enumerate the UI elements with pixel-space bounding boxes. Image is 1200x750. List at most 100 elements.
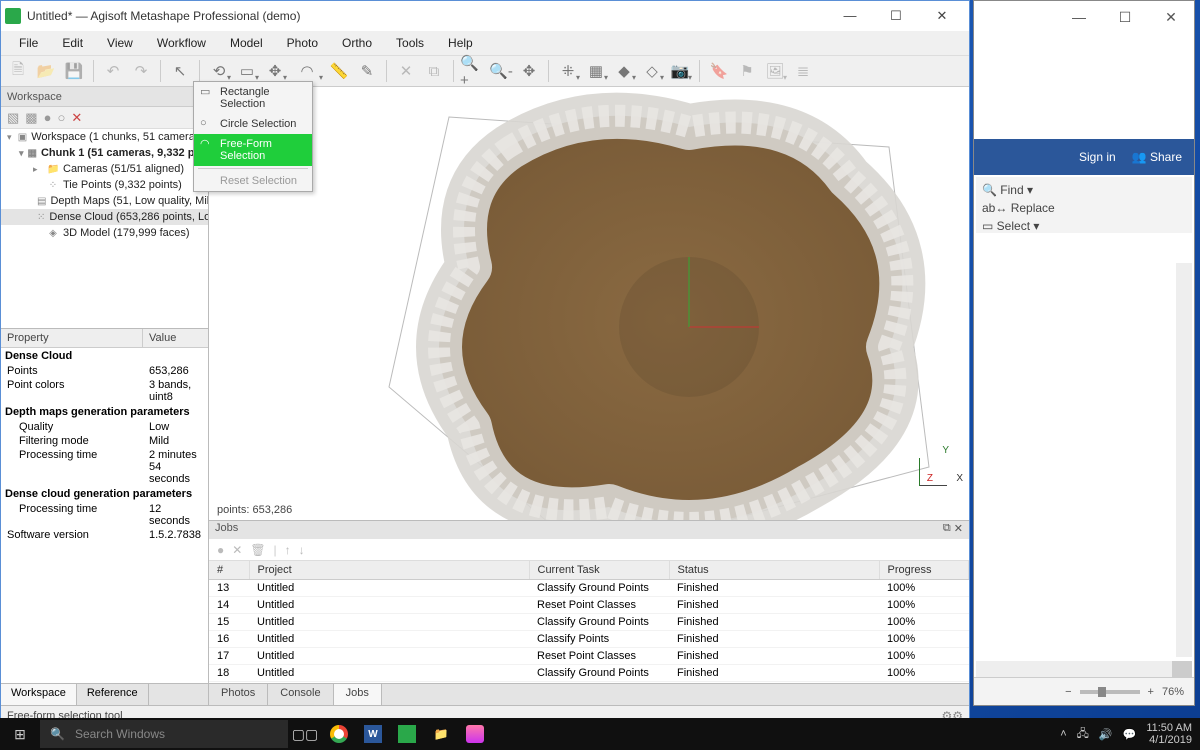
new-project-button[interactable]: 🗎 <box>5 58 31 84</box>
word-replace[interactable]: ab↔ Replace <box>982 199 1186 217</box>
tree-3dmodel[interactable]: ◈3D Model (179,999 faces) <box>1 225 208 241</box>
jobs-delete-icon[interactable]: 🗑 <box>250 543 265 557</box>
crop-button[interactable]: ⧉ <box>421 58 447 84</box>
tree-cameras[interactable]: ▸📁Cameras (51/51 aligned) <box>1 161 208 177</box>
zoom-in-button[interactable]: 🔍+ <box>460 58 486 84</box>
menu-help[interactable]: Help <box>438 33 483 53</box>
show-aligned-button[interactable]: 🔖 <box>706 58 732 84</box>
jobs-row[interactable]: 18UntitledClassify Ground PointsFinished… <box>209 665 969 682</box>
tab-console[interactable]: Console <box>268 684 333 705</box>
tree-tiepoints[interactable]: ⁘Tie Points (9,332 points) <box>1 177 208 193</box>
view-solid-button[interactable]: ◆ <box>611 58 637 84</box>
close-button[interactable]: ✕ <box>919 1 965 31</box>
pointer-tool[interactable]: ↖ <box>167 58 193 84</box>
add-photos-icon[interactable]: ▩ <box>25 110 37 126</box>
circle-selection-item[interactable]: ○Circle Selection <box>194 114 312 134</box>
word-share[interactable]: 👥 Share <box>1132 150 1182 164</box>
tray-volume-icon[interactable]: 🔊 <box>1099 728 1113 741</box>
undo-button[interactable]: ↶ <box>100 58 126 84</box>
word-zoom-out[interactable]: − <box>1065 686 1071 698</box>
remove-icon[interactable]: ✕ <box>71 110 82 126</box>
tree-root[interactable]: ▾▣Workspace (1 chunks, 51 cameras) <box>1 129 208 145</box>
jobs-row[interactable]: 17UntitledReset Point ClassesFinished100… <box>209 648 969 665</box>
word-zoom-pct[interactable]: 76% <box>1162 686 1184 698</box>
word-document-area[interactable] <box>974 233 1194 675</box>
tray-chevron-icon[interactable]: ˄ <box>1060 728 1066 740</box>
open-project-button[interactable]: 📂 <box>33 58 59 84</box>
show-markers-button[interactable]: ⚑ <box>734 58 760 84</box>
jobs-down-icon[interactable]: ↓ <box>299 543 305 557</box>
add-chunk-icon[interactable]: ▧ <box>7 110 19 126</box>
show-info-button[interactable]: ≣ <box>790 58 816 84</box>
tree-densecloud[interactable]: ⁙Dense Cloud (653,286 points, Low qualit… <box>1 209 208 225</box>
tray-notifications-icon[interactable]: 💬 <box>1123 728 1137 741</box>
jobs-row[interactable]: 16UntitledClassify PointsFinished100% <box>209 631 969 648</box>
zoom-out-button[interactable]: 🔍- <box>488 58 514 84</box>
menu-photo[interactable]: Photo <box>277 33 328 53</box>
redo-button[interactable]: ↷ <box>128 58 154 84</box>
task-view-button[interactable]: ▢▢ <box>288 720 322 748</box>
menu-workflow[interactable]: Workflow <box>147 33 216 53</box>
tree-chunk[interactable]: ▾▦Chunk 1 (51 cameras, 9,332 points) [R] <box>1 145 208 161</box>
jobs-close-icon[interactable]: ✕ <box>954 522 963 538</box>
tray-network-icon[interactable]: 🖧 <box>1077 725 1089 744</box>
word-find[interactable]: 🔍 Find ▾ <box>982 181 1186 199</box>
save-project-button[interactable]: 💾 <box>61 58 87 84</box>
menu-view[interactable]: View <box>97 33 143 53</box>
taskbar-word[interactable]: W <box>356 720 390 748</box>
jobs-row[interactable]: 14UntitledReset Point ClassesFinished100… <box>209 597 969 614</box>
jobs-col-num[interactable]: # <box>209 561 249 580</box>
word-close-button[interactable]: ✕ <box>1148 1 1194 33</box>
taskbar-clock[interactable]: 11:50 AM 4/1/2019 <box>1146 722 1192 746</box>
jobs-col-progress[interactable]: Progress <box>879 561 969 580</box>
menu-edit[interactable]: Edit <box>52 33 93 53</box>
taskbar-search[interactable]: 🔍 Search Windows <box>40 720 288 748</box>
menu-file[interactable]: File <box>9 33 48 53</box>
maximize-button[interactable]: ☐ <box>873 1 919 31</box>
view-dense-button[interactable]: ▦ <box>583 58 609 84</box>
system-tray[interactable]: ˄ 🖧 🔊 💬 11:50 AM 4/1/2019 <box>1052 722 1200 746</box>
taskbar-app5[interactable] <box>458 720 492 748</box>
jobs-start-icon[interactable]: ● <box>217 543 224 557</box>
jobs-popout-icon[interactable]: ⧉ <box>943 522 951 538</box>
word-minimize-button[interactable]: — <box>1056 1 1102 33</box>
taskbar-explorer[interactable]: 📁 <box>424 720 458 748</box>
enable-icon[interactable]: ● <box>44 110 52 125</box>
workspace-tree[interactable]: ▾▣Workspace (1 chunks, 51 cameras) ▾▦Chu… <box>1 129 208 329</box>
tab-reference[interactable]: Reference <box>77 684 149 705</box>
delete-button[interactable]: ✕ <box>393 58 419 84</box>
view-camera-button[interactable]: 📷 <box>667 58 693 84</box>
tab-photos[interactable]: Photos <box>209 684 268 705</box>
word-zoom-in[interactable]: + <box>1148 686 1154 698</box>
ruler-tool[interactable]: 📏 <box>326 58 352 84</box>
view-shaded-button[interactable]: ◇ <box>639 58 665 84</box>
jobs-row[interactable]: 13UntitledClassify Ground PointsFinished… <box>209 580 969 597</box>
tab-jobs[interactable]: Jobs <box>334 684 382 705</box>
jobs-row[interactable]: 15UntitledClassify Ground PointsFinished… <box>209 614 969 631</box>
menu-ortho[interactable]: Ortho <box>332 33 382 53</box>
taskbar-metashape[interactable] <box>390 720 424 748</box>
word-horizontal-scrollbar[interactable] <box>976 661 1192 677</box>
jobs-col-task[interactable]: Current Task <box>529 561 669 580</box>
jobs-stop-icon[interactable]: ✕ <box>232 543 242 557</box>
freeform-selection-item[interactable]: ◠Free-Form Selection <box>194 134 312 166</box>
minimize-button[interactable]: — <box>827 1 873 31</box>
draw-tool[interactable]: ✎ <box>354 58 380 84</box>
tab-workspace[interactable]: Workspace <box>1 684 77 705</box>
rectangle-selection-item[interactable]: ▭Rectangle Selection <box>194 82 312 114</box>
jobs-table[interactable]: # Project Current Task Status Progress 1… <box>209 561 969 682</box>
show-thumbnails-button[interactable]: 🖼 <box>762 58 788 84</box>
disable-icon[interactable]: ○ <box>57 110 65 125</box>
word-zoom-slider[interactable] <box>1080 690 1140 694</box>
start-button[interactable]: ⊞ <box>0 726 40 743</box>
word-signin[interactable]: Sign in <box>1079 150 1116 164</box>
menu-tools[interactable]: Tools <box>386 33 434 53</box>
taskbar-chrome[interactable] <box>322 720 356 748</box>
3d-viewport[interactable]: Y X Z points: 653,286 <box>209 87 969 521</box>
jobs-col-status[interactable]: Status <box>669 561 879 580</box>
tree-depthmaps[interactable]: ▤Depth Maps (51, Low quality, Mild filte… <box>1 193 208 209</box>
reset-selection-item[interactable]: Reset Selection <box>194 171 312 191</box>
fit-view-button[interactable]: ✥ <box>516 58 542 84</box>
word-vertical-scrollbar[interactable] <box>1176 263 1192 657</box>
view-points-button[interactable]: ⁜ <box>555 58 581 84</box>
